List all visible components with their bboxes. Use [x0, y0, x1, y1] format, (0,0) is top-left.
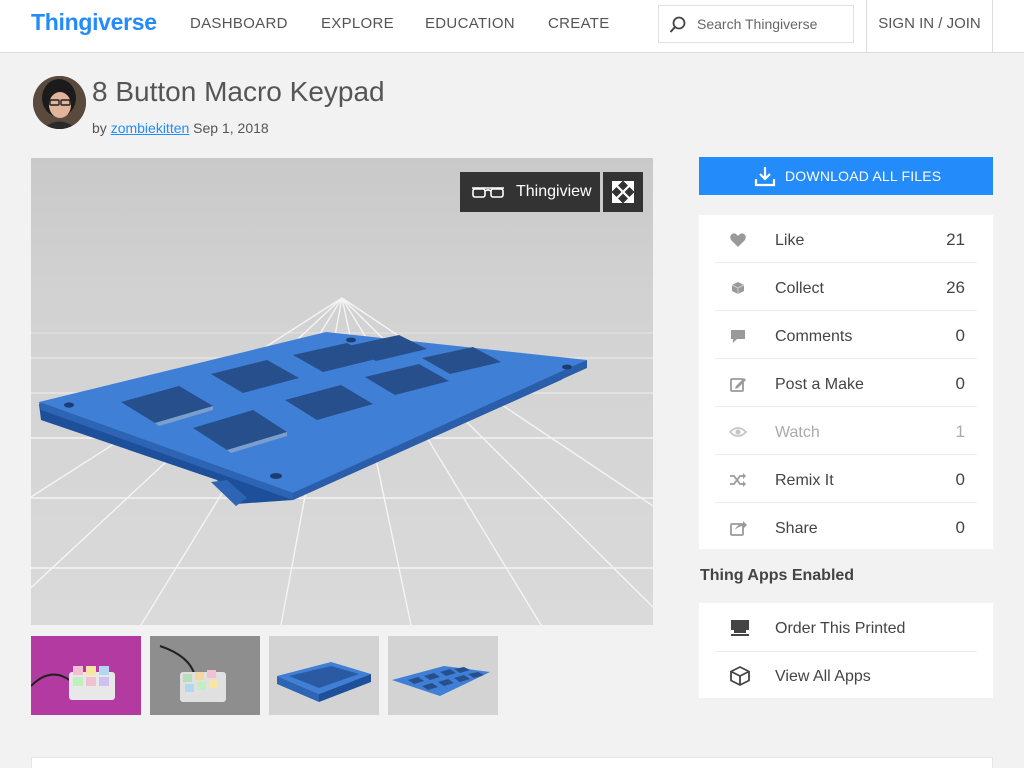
- collect-icon: [731, 282, 745, 294]
- author-link[interactable]: zombiekitten: [111, 120, 190, 136]
- nav-explore[interactable]: EXPLORE: [321, 15, 394, 32]
- thing-actions-panel: Like 21 Collect 26 Comments 0 Post a Mak…: [699, 215, 993, 549]
- comments-label: Comments: [775, 328, 853, 345]
- remix-it-action[interactable]: Remix It 0: [715, 456, 977, 503]
- thingiverse-logo[interactable]: Thingiverse: [31, 9, 157, 36]
- view-all-apps-label: View All Apps: [775, 668, 871, 685]
- watch-label: Watch: [775, 424, 820, 441]
- remix-it-label: Remix It: [775, 472, 834, 489]
- nav-education[interactable]: EDUCATION: [425, 15, 515, 32]
- download-label: DOWNLOAD ALL FILES: [785, 168, 942, 184]
- remix-it-count: 0: [955, 470, 965, 489]
- thing-apps-heading: Thing Apps Enabled: [700, 567, 855, 584]
- watch-action[interactable]: Watch 1: [715, 408, 977, 455]
- post-a-make-action[interactable]: Post a Make 0: [715, 360, 977, 407]
- like-count: 21: [946, 230, 965, 249]
- sign-in-join-button[interactable]: SIGN IN / JOIN: [866, 0, 993, 52]
- search-box: [658, 5, 854, 43]
- nav-dashboard[interactable]: DASHBOARD: [190, 15, 288, 32]
- thumbnail-keypad-photo-gray[interactable]: [150, 636, 260, 715]
- top-navigation-bar: Thingiverse DASHBOARD EXPLORE EDUCATION …: [0, 0, 1024, 53]
- like-action[interactable]: Like 21: [715, 216, 977, 263]
- post-a-make-count: 0: [955, 374, 965, 393]
- thumbnail-keypad-photo-pink[interactable]: [31, 636, 141, 715]
- fullscreen-button[interactable]: [603, 172, 643, 212]
- collect-count: 26: [946, 278, 965, 297]
- download-all-files-button[interactable]: DOWNLOAD ALL FILES: [699, 157, 993, 195]
- cube-icon: [730, 666, 750, 686]
- comment-icon: [731, 330, 745, 343]
- by-label: by: [92, 120, 107, 136]
- 3d-glasses-icon: [472, 187, 504, 198]
- keypad-photo-thumbnail: [150, 636, 260, 715]
- author-avatar[interactable]: [33, 76, 86, 129]
- model-viewer[interactable]: [31, 158, 653, 625]
- comments-action[interactable]: Comments 0: [715, 312, 977, 359]
- thing-tabs-bar[interactable]: [31, 757, 993, 768]
- thumbnail-model-case[interactable]: [269, 636, 379, 715]
- order-this-printed-label: Order This Printed: [775, 620, 906, 637]
- post-a-make-label: Post a Make: [775, 376, 864, 393]
- share-action[interactable]: Share 0: [715, 504, 977, 551]
- byline: by zombiekitten Sep 1, 2018: [92, 120, 269, 136]
- like-label: Like: [775, 232, 805, 249]
- shuffle-icon: [730, 473, 746, 487]
- share-label: Share: [775, 520, 818, 537]
- collect-label: Collect: [775, 280, 824, 297]
- edit-icon: [730, 378, 746, 392]
- share-count: 0: [955, 518, 965, 537]
- model-plate-thumbnail: [388, 636, 498, 715]
- heart-icon: [730, 233, 746, 247]
- order-this-printed-link[interactable]: Order This Printed: [715, 604, 977, 652]
- collect-action[interactable]: Collect 26: [715, 264, 977, 311]
- thumbnail-model-plate[interactable]: [388, 636, 498, 715]
- printer-icon: [731, 620, 749, 636]
- thing-apps-panel: Order This Printed View All Apps: [699, 603, 993, 698]
- model-case-thumbnail: [269, 636, 379, 715]
- search-input[interactable]: [695, 15, 849, 33]
- thing-title: 8 Button Macro Keypad: [92, 76, 385, 107]
- search-icon[interactable]: [669, 16, 687, 34]
- thingiview-label: Thingiview: [516, 183, 592, 200]
- eye-icon: [729, 427, 747, 437]
- thingiview-button[interactable]: Thingiview: [460, 172, 600, 212]
- comments-count: 0: [955, 326, 965, 345]
- share-icon: [730, 521, 747, 536]
- view-all-apps-link[interactable]: View All Apps: [715, 652, 977, 699]
- expand-icon: [612, 181, 634, 203]
- keypad-photo-thumbnail: [31, 636, 141, 715]
- download-icon: [754, 167, 776, 187]
- nav-create[interactable]: CREATE: [548, 15, 610, 32]
- watch-count: 1: [955, 422, 965, 441]
- publish-date: Sep 1, 2018: [193, 120, 269, 136]
- keypad-model-render: [31, 158, 653, 625]
